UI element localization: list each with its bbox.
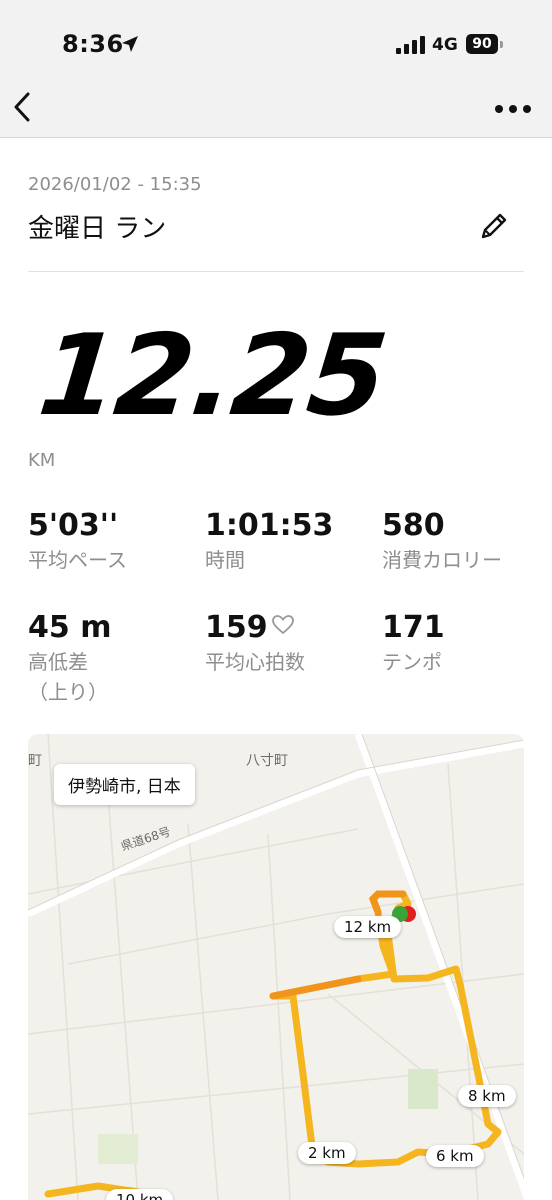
stat-value: 171 — [382, 610, 445, 645]
stat-value: 45 m — [28, 610, 112, 645]
battery-indicator: 90 — [466, 34, 498, 54]
stat-avg-pace: 5'03'' 平均ペース — [28, 508, 127, 575]
park-area — [408, 1069, 438, 1109]
stat-label: テンポ — [382, 650, 442, 674]
stat-heart-rate: 159 平均心拍数 — [205, 610, 305, 677]
distance-value: 12.25 — [33, 311, 392, 441]
stat-calories: 580 消費カロリー — [382, 508, 502, 575]
km-marker: 8 km — [458, 1085, 516, 1107]
location-chip: 伊勢崎市, 日本 — [54, 764, 195, 805]
km-marker: 10 km — [106, 1189, 174, 1200]
chevron-left-icon[interactable] — [10, 92, 34, 124]
km-marker: 12 km — [334, 916, 402, 938]
km-marker: 6 km — [426, 1145, 484, 1167]
pencil-icon[interactable] — [478, 210, 510, 242]
battery-nub — [500, 41, 503, 48]
network-type: 4G — [432, 35, 458, 55]
distance-unit: KM — [28, 450, 56, 471]
status-time: 8:36 — [62, 30, 124, 58]
heart-outline-icon — [271, 615, 294, 635]
map-place-label: 町 — [28, 753, 42, 769]
activity-title: 金曜日 ラン — [28, 214, 167, 244]
ellipsis-icon[interactable] — [494, 104, 532, 114]
status-bar: 8:36 4G 90 — [0, 0, 552, 92]
stat-value: 1:01:53 — [205, 508, 334, 543]
stat-label: 平均ペース — [28, 548, 127, 572]
stat-value-wrap: 159 — [205, 610, 305, 645]
header-divider — [28, 271, 524, 272]
stat-label: 消費カロリー — [382, 548, 502, 572]
stat-label: 平均心拍数 — [205, 650, 305, 674]
park-area — [98, 1134, 138, 1164]
stat-label: 高低差 （上り） — [28, 650, 108, 704]
navigation-bar — [0, 92, 552, 138]
map-place-label: 八寸町 — [246, 753, 288, 769]
activity-date: 2026/01/02 - 15:35 — [28, 174, 202, 195]
stat-duration: 1:01:53 時間 — [205, 508, 333, 575]
location-arrow-icon — [122, 36, 138, 52]
signal-icon — [396, 36, 425, 54]
stat-value: 580 — [382, 508, 445, 543]
stat-cadence: 171 テンポ — [382, 610, 445, 677]
km-marker: 2 km — [298, 1142, 356, 1164]
stat-elevation: 45 m 高低差 （上り） — [28, 610, 111, 707]
stat-value: 5'03'' — [28, 508, 119, 543]
route-map[interactable]: 町 八寸町 県道68号 伊勢崎市, 日本 12 km 8 km 2 km 6 k… — [28, 734, 524, 1200]
stat-label: 時間 — [205, 548, 245, 572]
stat-value: 159 — [205, 610, 268, 645]
